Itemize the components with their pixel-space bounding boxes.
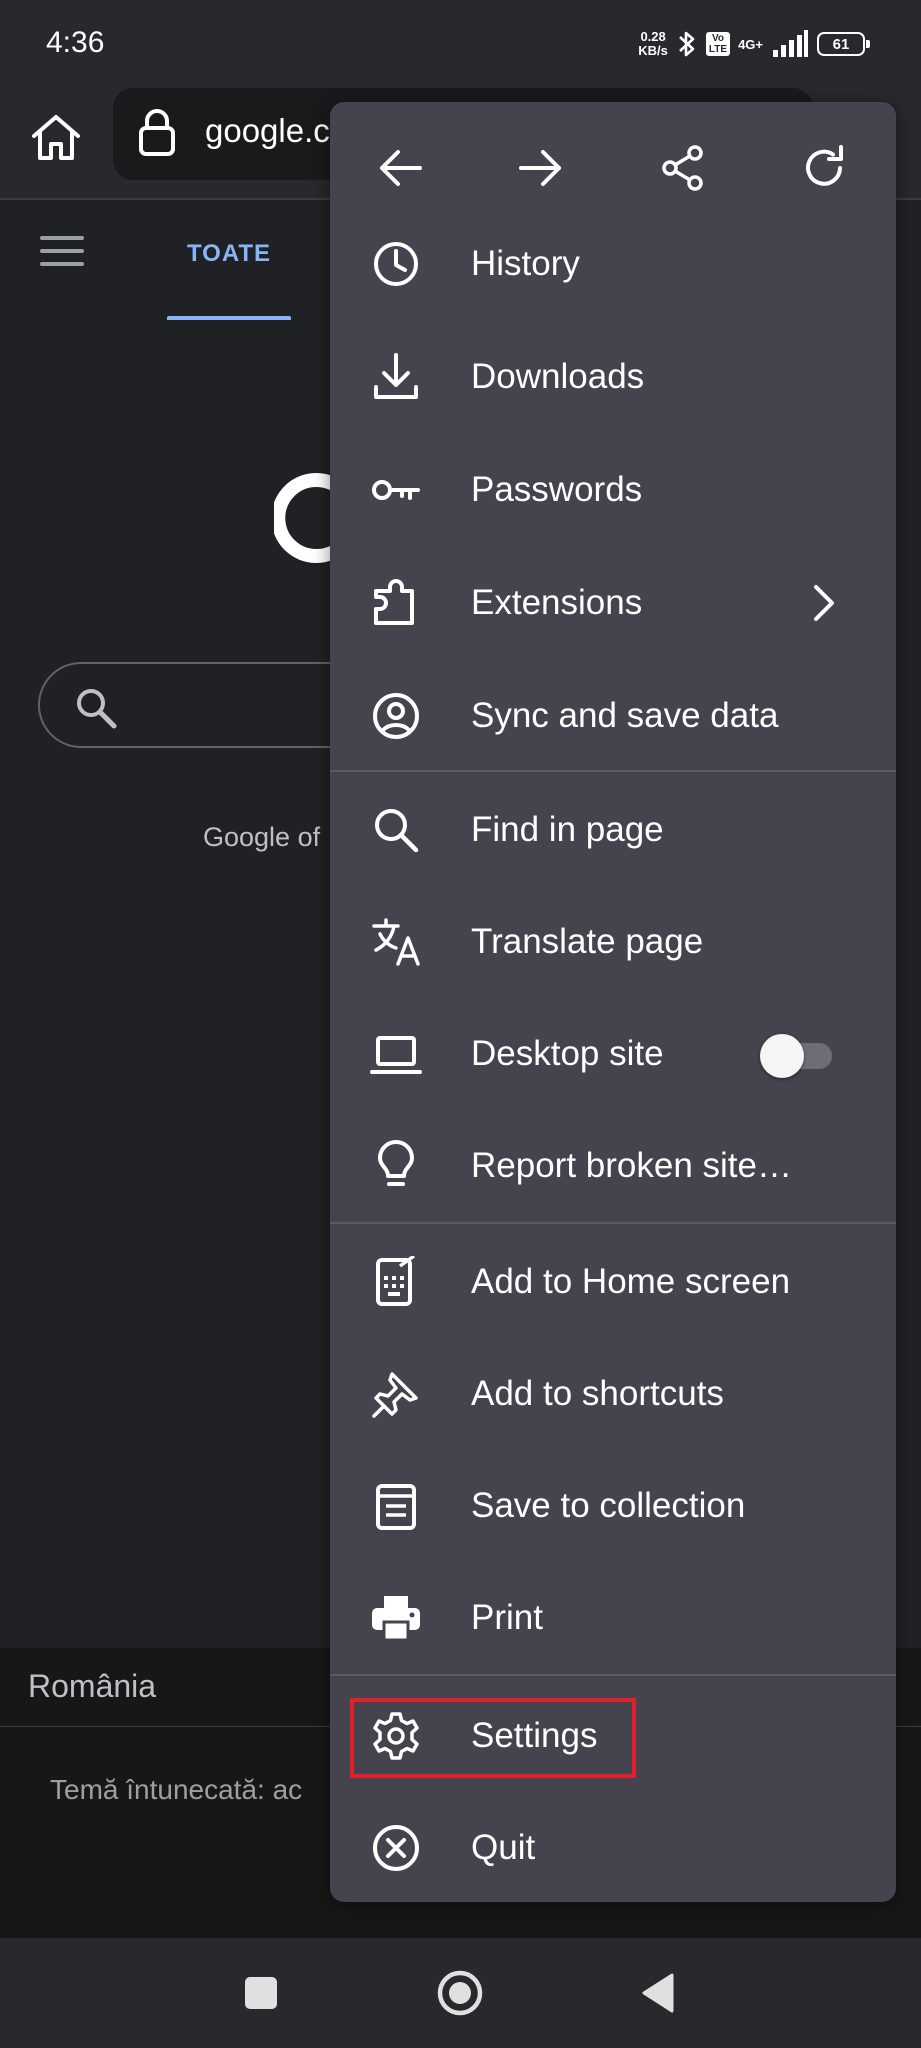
menu-item-quit[interactable]: Quit bbox=[330, 1792, 896, 1902]
desktop-site-toggle[interactable] bbox=[760, 1034, 836, 1078]
back-nav-button[interactable] bbox=[640, 1971, 676, 2015]
menu-label-find: Find in page bbox=[471, 810, 664, 849]
search-icon bbox=[370, 804, 422, 856]
forward-button[interactable] bbox=[511, 138, 571, 198]
menu-item-save-to-collection[interactable]: Save to collection bbox=[330, 1450, 896, 1562]
close-circle-icon bbox=[370, 1822, 422, 1874]
share-icon bbox=[659, 144, 707, 192]
menu-item-add-to-shortcuts[interactable]: Add to shortcuts bbox=[330, 1338, 896, 1450]
battery-icon: 61 bbox=[817, 32, 870, 56]
search-icon bbox=[74, 686, 118, 730]
google-offered-in-text: Google of bbox=[203, 822, 321, 852]
collection-icon bbox=[370, 1480, 422, 1532]
menu-divider bbox=[330, 1674, 896, 1676]
net-speed-value: 0.28 bbox=[640, 29, 666, 44]
arrow-right-icon bbox=[517, 148, 565, 188]
net-speed: 0.28 KB/s bbox=[638, 30, 668, 58]
dark-theme-link[interactable]: Temă întunecată: ac bbox=[50, 1774, 302, 1806]
chevron-right-icon bbox=[808, 581, 838, 625]
menu-item-print[interactable]: Print bbox=[330, 1562, 896, 1674]
menu-label-extensions: Extensions bbox=[471, 583, 643, 622]
account-circle-icon bbox=[370, 690, 422, 742]
menu-divider bbox=[330, 770, 896, 772]
menu-item-downloads[interactable]: Downloads bbox=[330, 321, 896, 433]
share-button[interactable] bbox=[653, 138, 713, 198]
lock-icon[interactable] bbox=[137, 108, 177, 158]
download-icon bbox=[370, 351, 422, 403]
volte-bottom: LTE bbox=[708, 44, 728, 55]
status-bar: 4:36 0.28 KB/s Vo LTE 4G+ 61 bbox=[0, 0, 921, 84]
menu-label-history: History bbox=[471, 244, 580, 283]
menu-item-sync[interactable]: Sync and save data bbox=[330, 660, 896, 772]
printer-icon bbox=[370, 1592, 422, 1644]
menu-item-report-broken-site[interactable]: Report broken site… bbox=[330, 1110, 896, 1222]
menu-label-add-home: Add to Home screen bbox=[471, 1262, 791, 1301]
menu-label-downloads: Downloads bbox=[471, 357, 645, 396]
home-nav-button[interactable] bbox=[436, 1969, 484, 2017]
laptop-icon bbox=[370, 1028, 422, 1080]
menu-item-find-in-page[interactable]: Find in page bbox=[330, 774, 896, 886]
add-to-home-icon bbox=[370, 1256, 422, 1308]
key-icon bbox=[370, 464, 422, 516]
home-icon bbox=[26, 108, 86, 168]
translate-icon bbox=[370, 916, 422, 968]
menu-item-desktop-site[interactable]: Desktop site bbox=[330, 998, 896, 1110]
net-speed-unit: KB/s bbox=[638, 43, 668, 58]
tab-all[interactable]: TOATE bbox=[167, 240, 291, 268]
arrow-left-icon bbox=[376, 148, 424, 188]
android-nav-bar bbox=[0, 1938, 921, 2048]
settings-highlight-box bbox=[350, 1698, 636, 1778]
menu-label-passwords: Passwords bbox=[471, 470, 643, 509]
reload-button[interactable] bbox=[794, 138, 854, 198]
signal-icon bbox=[771, 30, 809, 58]
browser-overflow-menu: History Downloads Passwords Extensions S… bbox=[330, 102, 896, 1902]
hamburger-menu-icon[interactable] bbox=[40, 236, 86, 268]
menu-label-save-collection: Save to collection bbox=[471, 1486, 746, 1525]
menu-label-sync: Sync and save data bbox=[471, 696, 779, 735]
volte-top: Vo bbox=[711, 33, 724, 44]
battery-level: 61 bbox=[832, 35, 850, 53]
lightbulb-icon bbox=[370, 1140, 422, 1192]
history-icon bbox=[370, 238, 422, 290]
menu-item-translate[interactable]: Translate page bbox=[330, 886, 896, 998]
network-type: 4G+ bbox=[738, 36, 763, 52]
menu-item-add-to-home-screen[interactable]: Add to Home screen bbox=[330, 1226, 896, 1338]
volte-badge: Vo LTE bbox=[705, 32, 731, 56]
menu-label-add-shortcuts: Add to shortcuts bbox=[471, 1374, 724, 1413]
network-indicator: 4G+ bbox=[738, 37, 763, 52]
pin-icon bbox=[370, 1368, 422, 1420]
menu-divider bbox=[330, 1222, 896, 1224]
region-label: România bbox=[28, 1668, 157, 1704]
menu-item-passwords[interactable]: Passwords bbox=[330, 434, 896, 546]
home-button[interactable] bbox=[26, 108, 86, 168]
tab-active-indicator bbox=[167, 316, 291, 320]
status-time: 4:36 bbox=[46, 26, 105, 59]
menu-label-quit: Quit bbox=[471, 1828, 536, 1867]
toggle-thumb bbox=[760, 1034, 804, 1078]
menu-label-print: Print bbox=[471, 1598, 543, 1637]
status-icons: 0.28 KB/s Vo LTE 4G+ 61 bbox=[638, 24, 870, 64]
menu-label-report: Report broken site… bbox=[471, 1146, 792, 1185]
url-text[interactable]: google.c bbox=[205, 112, 330, 150]
bluetooth-icon bbox=[676, 28, 698, 60]
puzzle-icon bbox=[370, 577, 422, 629]
back-button[interactable] bbox=[370, 138, 430, 198]
menu-label-desktop-site: Desktop site bbox=[471, 1034, 664, 1073]
reload-icon bbox=[800, 144, 848, 192]
menu-label-translate: Translate page bbox=[471, 922, 704, 961]
recent-apps-button[interactable] bbox=[245, 1977, 277, 2009]
menu-item-history[interactable]: History bbox=[330, 208, 896, 320]
menu-item-extensions[interactable]: Extensions bbox=[330, 547, 896, 659]
